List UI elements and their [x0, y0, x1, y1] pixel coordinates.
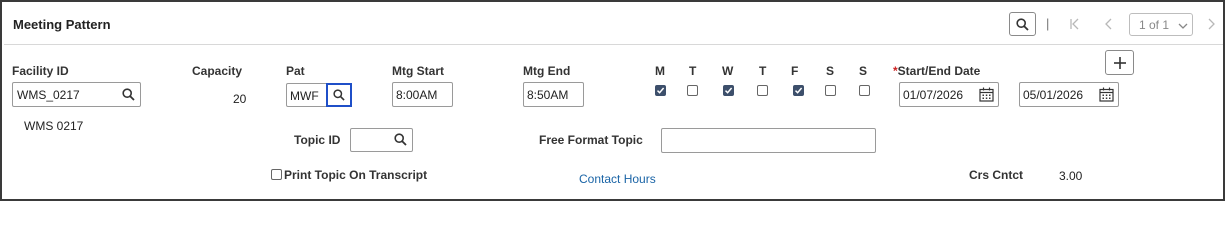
- start-date-field[interactable]: 01/07/2026: [899, 82, 999, 107]
- next-page-button[interactable]: [1203, 15, 1219, 33]
- mtg-start-field[interactable]: 8:00AM: [392, 82, 453, 107]
- search-icon[interactable]: [122, 88, 135, 101]
- panel-header: Meeting Pattern | 1 of 1: [4, 4, 1223, 45]
- mtg-end-field[interactable]: 8:50AM: [523, 82, 584, 107]
- pager-separator: |: [1046, 16, 1050, 31]
- day-checkbox-wed[interactable]: [723, 85, 734, 96]
- capacity-value: 20: [233, 92, 247, 106]
- pat-lookup-button[interactable]: [326, 83, 352, 107]
- end-date-value: 05/01/2026: [1023, 88, 1084, 102]
- facility-id-value: WMS_0217: [17, 88, 80, 102]
- mtg-end-label: Mtg End: [523, 64, 571, 78]
- facility-description: WMS 0217: [24, 119, 84, 133]
- plus-icon: [1113, 56, 1126, 69]
- page-select-value: 1 of 1: [1139, 18, 1170, 32]
- first-page-button[interactable]: [1067, 15, 1083, 33]
- panel-title: Meeting Pattern: [13, 17, 111, 32]
- topic-id-label: Topic ID: [294, 133, 341, 147]
- search-icon[interactable]: [394, 133, 407, 146]
- pat-value: MWF: [290, 89, 319, 103]
- capacity-label: Capacity: [192, 64, 243, 78]
- search-icon: [333, 89, 345, 101]
- previous-page-button[interactable]: [1101, 15, 1117, 33]
- first-page-icon: [1070, 18, 1079, 30]
- calendar-icon[interactable]: [979, 87, 994, 102]
- day-label-sat: S: [826, 64, 835, 78]
- facility-id-field[interactable]: WMS_0217: [12, 82, 141, 107]
- day-label-thu: T: [759, 64, 767, 78]
- day-checkbox-sun[interactable]: [859, 85, 870, 96]
- search-icon: [1016, 17, 1029, 31]
- day-checkbox-fri[interactable]: [793, 85, 804, 96]
- start-end-date-label-text: Start/End Date: [897, 64, 981, 78]
- day-checkbox-sat[interactable]: [825, 85, 836, 96]
- start-date-value: 01/07/2026: [903, 88, 964, 102]
- day-label-mon: M: [655, 64, 665, 78]
- chevron-down-icon: [1178, 23, 1188, 29]
- print-topic-label[interactable]: Print Topic On Transcript: [284, 168, 427, 182]
- day-checkbox-thu[interactable]: [757, 85, 768, 96]
- print-topic-checkbox[interactable]: [271, 169, 282, 180]
- checkmark-icon: [724, 87, 733, 94]
- free-format-topic-field[interactable]: [661, 128, 876, 153]
- chevron-right-icon: [1208, 18, 1215, 30]
- crs-cntct-value: 3.00: [1059, 169, 1083, 183]
- calendar-icon[interactable]: [1099, 87, 1114, 102]
- checkmark-icon: [656, 87, 665, 94]
- topic-id-field[interactable]: [350, 128, 413, 152]
- free-format-topic-label: Free Format Topic: [539, 133, 643, 147]
- find-button[interactable]: [1009, 12, 1036, 36]
- day-label-tue: T: [689, 64, 697, 78]
- checkmark-icon: [794, 87, 803, 94]
- start-end-date-label: *Start/End Date: [893, 64, 980, 78]
- meeting-pattern-panel: Meeting Pattern | 1 of 1 Facility ID Cap…: [0, 0, 1225, 201]
- end-date-field[interactable]: 05/01/2026: [1019, 82, 1119, 107]
- chevron-left-icon: [1105, 18, 1112, 30]
- facility-id-label: Facility ID: [12, 64, 69, 78]
- add-row-button[interactable]: [1105, 50, 1134, 75]
- contact-hours-link[interactable]: Contact Hours: [579, 172, 656, 186]
- mtg-start-label: Mtg Start: [392, 64, 444, 78]
- day-checkbox-mon[interactable]: [655, 85, 666, 96]
- crs-cntct-label: Crs Cntct: [969, 168, 1024, 182]
- mtg-end-value: 8:50AM: [527, 88, 569, 102]
- page-select[interactable]: 1 of 1: [1129, 13, 1193, 36]
- day-label-wed: W: [722, 64, 734, 78]
- day-label-sun: S: [859, 64, 868, 78]
- day-checkbox-tue[interactable]: [687, 85, 698, 96]
- pat-label: Pat: [286, 64, 305, 78]
- day-label-fri: F: [791, 64, 799, 78]
- mtg-start-value: 8:00AM: [396, 88, 438, 102]
